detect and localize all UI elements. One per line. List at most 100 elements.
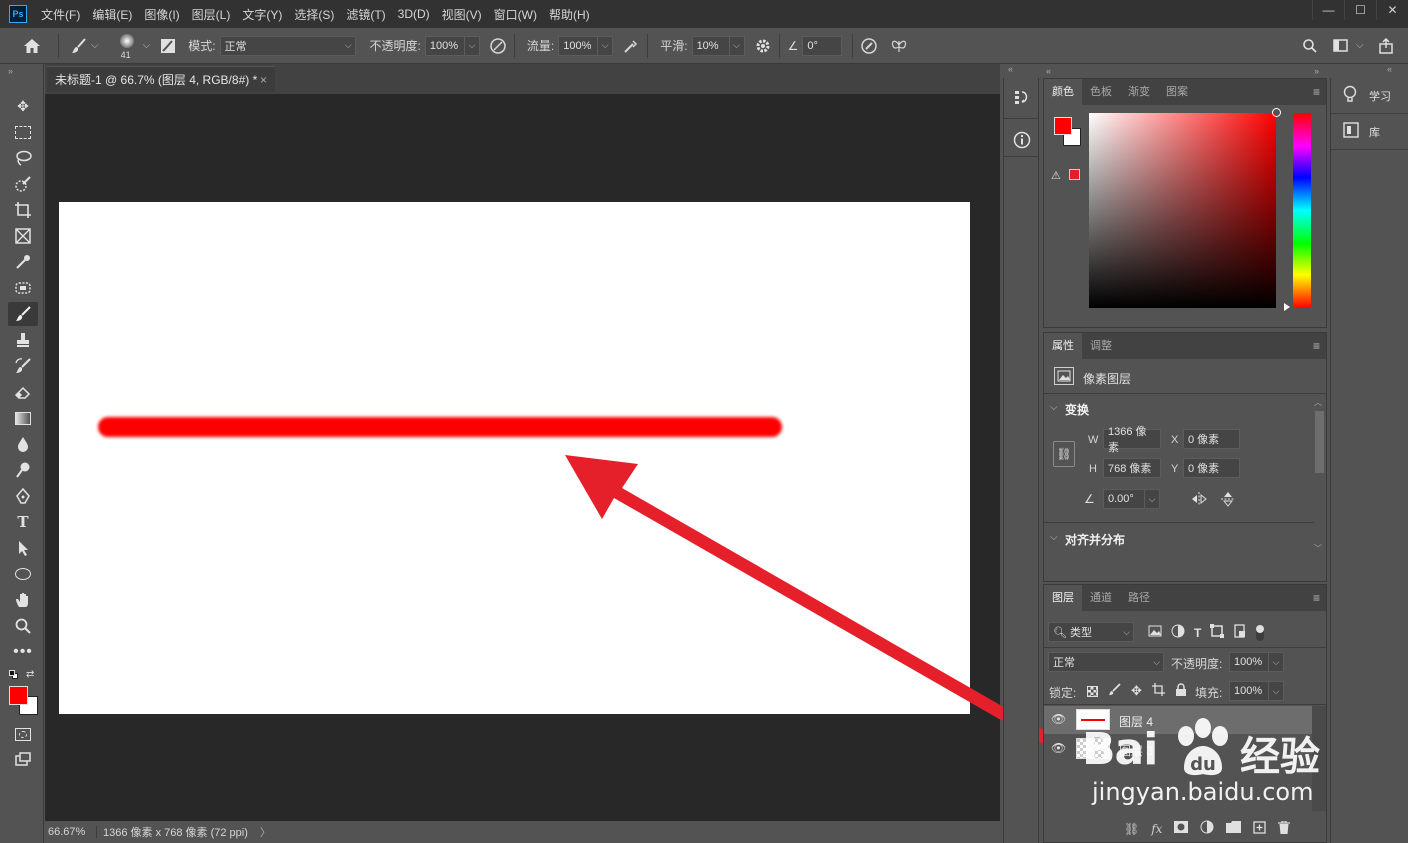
lock-position-icon[interactable]: ✥: [1131, 683, 1142, 699]
healing-brush-tool-icon[interactable]: [8, 276, 38, 300]
brush-size-preview[interactable]: 41: [113, 31, 143, 61]
blend-mode-select[interactable]: 正常 ⌵: [1048, 652, 1164, 672]
eye-icon[interactable]: 👁︎: [1051, 712, 1066, 726]
default-colors-icon[interactable]: [9, 670, 18, 679]
tab-adjustments[interactable]: 调整: [1082, 333, 1120, 359]
brush-settings-panel-icon[interactable]: [156, 34, 180, 58]
panel-menu-icon[interactable]: ≡: [1313, 85, 1320, 99]
fx-icon[interactable]: fx: [1151, 822, 1162, 836]
filter-shape-icon[interactable]: [1210, 624, 1225, 641]
move-tool-icon[interactable]: ✥: [8, 94, 38, 118]
tab-gradients[interactable]: 渐变: [1120, 79, 1158, 105]
tab-patterns[interactable]: 图案: [1158, 79, 1196, 105]
expand-panels-icon[interactable]: »: [1314, 66, 1319, 76]
document-tab[interactable]: 未标题-1 @ 66.7% (图层 4, RGB/8#) * ×: [47, 66, 275, 92]
collapse-toolbar-icon[interactable]: »: [8, 66, 13, 76]
filter-adjustment-icon[interactable]: [1171, 624, 1185, 641]
crop-tool-icon[interactable]: [8, 198, 38, 222]
panel-menu-icon[interactable]: ≡: [1313, 339, 1320, 353]
hand-tool-icon[interactable]: [8, 588, 38, 612]
filter-pixel-icon[interactable]: [1148, 625, 1162, 640]
zoom-level[interactable]: 66.67%: [45, 826, 97, 838]
smoothing-input[interactable]: 10%: [691, 35, 730, 56]
scroll-down-icon[interactable]: ﹀: [1314, 543, 1322, 554]
layer-name[interactable]: 图层 3: [1119, 742, 1153, 759]
menu-image[interactable]: 图像(I): [138, 6, 185, 23]
brush-tool-icon[interactable]: [8, 302, 38, 326]
quick-mask-icon[interactable]: [8, 722, 38, 746]
fill-dropdown-icon[interactable]: ⌵: [1268, 681, 1284, 701]
collapse-panels-icon[interactable]: «: [1046, 66, 1051, 76]
filter-type-icon[interactable]: T: [1194, 626, 1201, 640]
menu-file[interactable]: 文件(F): [35, 6, 86, 23]
layers-scrollbar[interactable]: [1312, 706, 1326, 811]
opacity-input[interactable]: 100%: [424, 35, 465, 56]
panel-menu-icon[interactable]: ≡: [1313, 591, 1320, 605]
hue-slider-handle[interactable]: [1284, 303, 1290, 311]
color-field[interactable]: [1089, 108, 1281, 308]
color-picker-cursor[interactable]: [1272, 108, 1281, 117]
ellipse-tool-icon[interactable]: [8, 562, 38, 586]
clone-stamp-tool-icon[interactable]: [8, 328, 38, 352]
new-layer-icon[interactable]: [1253, 820, 1267, 837]
gamut-warning-icon[interactable]: ⚠: [1051, 169, 1061, 182]
flow-dropdown-icon[interactable]: ⌵: [597, 35, 614, 56]
share-icon[interactable]: [1374, 34, 1398, 58]
foreground-color-swatch[interactable]: [9, 686, 28, 705]
close-window-button[interactable]: ✕: [1376, 0, 1408, 20]
menu-help[interactable]: 帮助(H): [543, 6, 596, 23]
gear-icon[interactable]: [751, 34, 775, 58]
menu-edit[interactable]: 编辑(E): [86, 6, 138, 23]
learn-panel-button[interactable]: 学习: [1331, 78, 1408, 114]
new-group-icon[interactable]: [1226, 821, 1242, 836]
rotation-angle-input[interactable]: 0.00°: [1103, 489, 1145, 509]
menu-window[interactable]: 窗口(W): [488, 6, 543, 23]
layer-opacity-dropdown-icon[interactable]: ⌵: [1268, 652, 1284, 672]
menu-type[interactable]: 文字(Y): [236, 6, 288, 23]
close-tab-button[interactable]: ×: [260, 73, 267, 87]
new-adjustment-layer-icon[interactable]: [1200, 820, 1214, 837]
tab-properties[interactable]: 属性: [1044, 333, 1082, 359]
history-panel-icon[interactable]: [1011, 86, 1033, 108]
eyedropper-tool-icon[interactable]: [8, 250, 38, 274]
scroll-up-icon[interactable]: ︿: [1314, 397, 1322, 408]
flip-horizontal-icon[interactable]: [1190, 491, 1208, 510]
search-icon[interactable]: [1298, 34, 1322, 58]
status-menu-arrow-icon[interactable]: 〉: [260, 824, 271, 840]
brush-tool-icon[interactable]: [67, 34, 91, 58]
y-input[interactable]: 0 像素: [1183, 458, 1240, 478]
flip-vertical-icon[interactable]: [1220, 490, 1236, 511]
filter-smart-object-icon[interactable]: [1233, 624, 1247, 641]
brush-preset-dropdown-icon[interactable]: ⌵: [91, 40, 99, 51]
properties-scrollbar[interactable]: ︿ ﹀: [1314, 397, 1326, 557]
gradient-tool-icon[interactable]: [8, 406, 38, 430]
add-mask-icon[interactable]: [1174, 821, 1189, 836]
height-input[interactable]: 768 像素: [1103, 458, 1161, 478]
workspace-dropdown-icon[interactable]: ⌵: [1356, 40, 1364, 51]
fill-input[interactable]: 100%: [1229, 681, 1269, 701]
symmetry-butterfly-icon[interactable]: [887, 34, 911, 58]
history-brush-tool-icon[interactable]: [8, 354, 38, 378]
brush-angle-input[interactable]: 0°: [802, 35, 843, 56]
layer-opacity-input[interactable]: 100%: [1229, 652, 1269, 672]
type-tool-icon[interactable]: T: [8, 510, 38, 534]
info-panel-icon[interactable]: [1011, 129, 1033, 151]
mode-select[interactable]: 正常 ⌵: [219, 35, 356, 56]
filter-toggle-switch[interactable]: [1256, 624, 1265, 641]
collapse-right-icon[interactable]: «: [1387, 64, 1392, 74]
x-input[interactable]: 0 像素: [1183, 429, 1240, 449]
delete-layer-icon[interactable]: [1278, 819, 1291, 837]
frame-tool-icon[interactable]: [8, 224, 38, 248]
tab-layers[interactable]: 图层: [1044, 585, 1082, 611]
tab-swatches[interactable]: 色板: [1082, 79, 1120, 105]
width-input[interactable]: 1366 像素: [1103, 426, 1161, 454]
transform-collapse-icon[interactable]: ⌵: [1050, 402, 1058, 413]
maximize-button[interactable]: ☐: [1344, 0, 1376, 20]
link-dimensions-icon[interactable]: ⛓: [1053, 441, 1075, 467]
pressure-opacity-icon[interactable]: [486, 34, 510, 58]
rotation-dropdown-icon[interactable]: ⌵: [1144, 489, 1160, 509]
collapse-icons-icon[interactable]: «: [1008, 64, 1013, 74]
flow-input[interactable]: 100%: [558, 35, 599, 56]
blur-tool-icon[interactable]: [8, 432, 38, 456]
swap-colors-icon[interactable]: ⇄: [26, 669, 34, 680]
